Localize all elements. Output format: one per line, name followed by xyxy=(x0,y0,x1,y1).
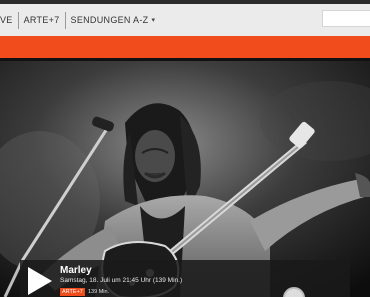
accent-bar xyxy=(0,36,370,58)
main-navigation: VE ARTE+7 SENDUNGEN A-Z ▾ xyxy=(0,4,370,36)
nav-item-sendungen-az[interactable]: SENDUNGEN A-Z ▾ xyxy=(66,4,161,36)
arte7-badge: ARTE+7 xyxy=(60,288,85,296)
program-schedule: Samstag, 18. Juli um 21:45 Uhr (139 Min.… xyxy=(60,277,183,284)
nav-item-live-label: VE xyxy=(0,15,13,25)
nav-item-sendungen-az-label: SENDUNGEN A-Z xyxy=(70,15,149,25)
search-input[interactable] xyxy=(322,10,370,27)
chevron-down-icon: ▾ xyxy=(151,17,156,24)
program-title[interactable]: Marley xyxy=(60,265,92,276)
play-icon[interactable] xyxy=(26,265,54,297)
nav-item-arte7[interactable]: ARTE+7 xyxy=(19,4,65,36)
nav-item-arte7-label: ARTE+7 xyxy=(23,15,60,25)
program-duration: 139 Min. xyxy=(88,289,110,295)
nav-item-live[interactable]: VE xyxy=(0,4,18,36)
